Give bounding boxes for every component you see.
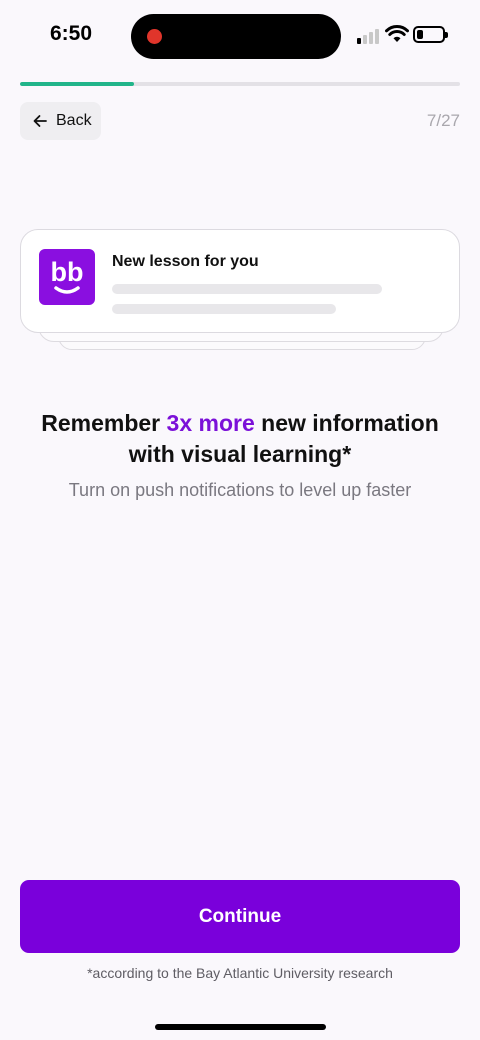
notification-placeholder-line	[112, 284, 382, 294]
wifi-icon	[385, 25, 409, 42]
home-indicator[interactable]	[155, 1024, 326, 1030]
headline: Remember 3x more new information with vi…	[20, 408, 460, 470]
bb-logo-icon: bb	[39, 249, 95, 305]
continue-button-label: Continue	[198, 905, 282, 927]
status-time: 6:50	[50, 22, 93, 45]
continue-button[interactable]: Continue	[20, 880, 460, 953]
dynamic-island	[131, 14, 341, 59]
notification-placeholder-line	[112, 304, 336, 314]
arrow-left-icon	[33, 115, 47, 127]
battery-level	[417, 30, 423, 39]
onboarding-progress-bar	[20, 82, 460, 86]
back-button-label: Back	[56, 112, 92, 129]
step-counter: 7/27	[426, 111, 460, 130]
notification-title: New lesson for you	[112, 253, 259, 270]
svg-text:bb: bb	[51, 257, 84, 287]
notification-preview-card: bb New lesson for you	[20, 229, 460, 333]
notification-permission-screen: 6:50 Back 7/27 bb New lesson for you Rem…	[0, 0, 480, 1040]
progress-fill	[20, 82, 135, 86]
headline-part1: Remember	[41, 410, 167, 436]
footnote: *according to the Bay Atlantic Universit…	[87, 965, 393, 981]
cellular-signal-icon	[357, 28, 381, 44]
subtext: Turn on push notifications to level up f…	[68, 480, 412, 500]
recording-indicator-icon	[147, 29, 162, 44]
back-button[interactable]: Back	[20, 102, 101, 140]
battery-icon	[413, 26, 448, 43]
headline-accent: 3x more	[166, 410, 255, 436]
